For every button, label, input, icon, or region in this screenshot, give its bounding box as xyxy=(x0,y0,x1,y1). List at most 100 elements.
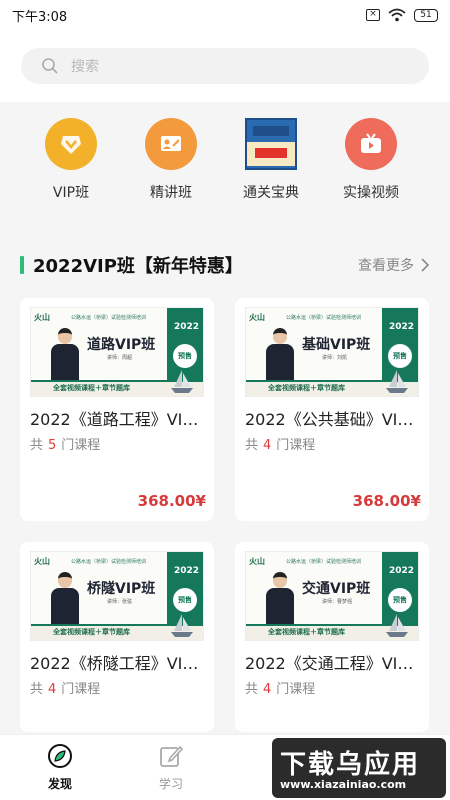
category-lecture-label: 精讲班 xyxy=(150,185,192,201)
battery-icon: 51 xyxy=(414,8,438,22)
banner-teacher: 讲师：周超 xyxy=(107,355,133,361)
course-count: 共 4 门课程 xyxy=(30,678,100,697)
brand-logo: 火山 xyxy=(249,557,265,566)
search-icon xyxy=(42,58,58,74)
section-header: 2022VIP班【新年特惠】 查看更多 xyxy=(20,252,430,278)
banner-teacher: 讲师：曹梦强 xyxy=(322,599,353,605)
course-title: 2022《桥隧工程》VIP班 xyxy=(30,654,206,673)
lecture-icon xyxy=(145,118,197,170)
status-time: 下午3:08 xyxy=(12,9,68,25)
course-banner: 火山 公路水运（桥梁）试验检测师培训 2022 预售 桥隧VIP班 讲师：张弦 … xyxy=(30,551,204,641)
category-guide[interactable]: 通关宝典 xyxy=(221,110,321,218)
category-video[interactable]: 实操视频 xyxy=(321,110,421,218)
nav-study-label: 学习 xyxy=(158,777,183,791)
status-icons: × 51 xyxy=(366,8,438,22)
course-banner: 火山 公路水运（桥梁）试验检测师培训 2022 预售 基础VIP班 讲师：刘凯 … xyxy=(245,307,419,397)
count-number: 4 xyxy=(263,438,272,453)
search-input[interactable]: 搜索 xyxy=(21,48,429,84)
presale-badge: 预售 xyxy=(173,588,197,612)
nav-discover[interactable]: 发现 xyxy=(30,743,90,792)
search-placeholder: 搜索 xyxy=(71,59,99,75)
course-count: 共 4 门课程 xyxy=(245,434,315,453)
study-icon xyxy=(160,745,184,767)
count-prefix: 共 xyxy=(245,438,259,453)
ship-icon xyxy=(386,370,408,393)
banner-course-name: 交通VIP班 xyxy=(302,581,371,597)
banner-year: 2022 xyxy=(173,322,199,332)
course-count: 共 4 门课程 xyxy=(245,678,315,697)
category-vip-label: VIP班 xyxy=(52,185,90,201)
count-prefix: 共 xyxy=(30,438,44,453)
presale-badge: 预售 xyxy=(173,344,197,368)
course-title: 2022《道路工程》VIP班 xyxy=(30,410,206,429)
ship-icon xyxy=(171,614,193,637)
view-more-link[interactable]: 查看更多 xyxy=(358,255,430,275)
section-title: 2022VIP班【新年特惠】 xyxy=(33,256,243,277)
count-suffix: 门课程 xyxy=(61,682,101,697)
count-suffix: 门课程 xyxy=(276,682,316,697)
banner-year: 2022 xyxy=(173,566,199,576)
banner-course-name: 基础VIP班 xyxy=(302,337,371,353)
banner-year: 2022 xyxy=(388,322,414,332)
banner-subtitle: 公路水运（桥梁）试验检测师培训 xyxy=(286,559,362,565)
course-count: 共 5 门课程 xyxy=(30,434,100,453)
banner-tagline: 全套视频课程＋章节题库 xyxy=(53,384,130,392)
banner-subtitle: 公路水运（桥梁）试验检测师培训 xyxy=(286,315,362,321)
chevron-right-icon xyxy=(421,258,430,272)
count-suffix: 门课程 xyxy=(276,438,316,453)
ship-icon xyxy=(171,370,193,393)
brand-logo: 火山 xyxy=(34,313,50,322)
wifi-icon xyxy=(388,8,406,22)
teacher-photo xyxy=(266,572,294,624)
teacher-photo xyxy=(51,328,79,380)
course-card[interactable]: 火山 公路水运（桥梁）试验检测师培训 2022 预售 交通VIP班 讲师：曹梦强… xyxy=(235,542,429,732)
banner-year: 2022 xyxy=(388,566,414,576)
presale-badge: 预售 xyxy=(388,588,412,612)
view-more-label: 查看更多 xyxy=(358,258,414,274)
nav-study[interactable]: 学习 xyxy=(141,743,201,792)
course-price: 368.00¥ xyxy=(137,492,206,510)
course-title: 2022《交通工程》VIP班 xyxy=(245,654,421,673)
brand-logo: 火山 xyxy=(249,313,265,322)
category-video-label: 实操视频 xyxy=(343,185,399,201)
count-prefix: 共 xyxy=(245,682,259,697)
category-row: VIP班 精讲班 通关宝典 实操视频 xyxy=(0,110,450,218)
category-guide-label: 通关宝典 xyxy=(243,185,299,201)
banner-course-name: 道路VIP班 xyxy=(87,337,156,353)
count-number: 4 xyxy=(263,682,272,697)
course-title: 2022《公共基础》VIP班 xyxy=(245,410,421,429)
category-vip[interactable]: VIP班 xyxy=(21,110,121,218)
count-number: 4 xyxy=(48,682,57,697)
search-area: 搜索 xyxy=(0,30,450,102)
category-lecture[interactable]: 精讲班 xyxy=(121,110,221,218)
status-bar: 下午3:08 × 51 xyxy=(0,0,450,30)
count-number: 5 xyxy=(48,438,57,453)
banner-teacher: 讲师：刘凯 xyxy=(322,355,348,361)
video-icon xyxy=(345,118,397,170)
course-banner: 火山 公路水运（桥梁）试验检测师培训 2022 预售 道路VIP班 讲师：周超 … xyxy=(30,307,204,397)
count-prefix: 共 xyxy=(30,682,44,697)
section-title-group: 2022VIP班【新年特惠】 xyxy=(20,252,243,278)
count-suffix: 门课程 xyxy=(61,438,101,453)
course-card[interactable]: 火山 公路水运（桥梁）试验检测师培训 2022 预售 桥隧VIP班 讲师：张弦 … xyxy=(20,542,214,732)
course-card[interactable]: 火山 公路水运（桥梁）试验检测师培训 2022 预售 道路VIP班 讲师：周超 … xyxy=(20,298,214,521)
banner-course-name: 桥隧VIP班 xyxy=(87,581,156,597)
teacher-photo xyxy=(51,572,79,624)
course-price: 368.00¥ xyxy=(352,492,421,510)
course-card[interactable]: 火山 公路水运（桥梁）试验检测师培训 2022 预售 基础VIP班 讲师：刘凯 … xyxy=(235,298,429,521)
banner-tagline: 全套视频课程＋章节题库 xyxy=(268,384,345,392)
nav-discover-label: 发现 xyxy=(47,777,72,791)
teacher-photo xyxy=(266,328,294,380)
course-banner: 火山 公路水运（桥梁）试验检测师培训 2022 预售 交通VIP班 讲师：曹梦强… xyxy=(245,551,419,641)
brand-logo: 火山 xyxy=(34,557,50,566)
banner-tagline: 全套视频课程＋章节题库 xyxy=(53,628,130,636)
no-sim-icon: × xyxy=(366,9,380,21)
banner-subtitle: 公路水运（桥梁）试验检测师培训 xyxy=(71,559,147,565)
watermark-logo: 下载乌应用 www.xiazainiao.com xyxy=(272,738,446,798)
banner-tagline: 全套视频课程＋章节题库 xyxy=(268,628,345,636)
presale-badge: 预售 xyxy=(388,344,412,368)
watermark-text: 下载乌应用 xyxy=(280,750,421,780)
banner-subtitle: 公路水运（桥梁）试验检测师培训 xyxy=(71,315,147,321)
book-cover-icon xyxy=(245,118,297,170)
section-accent-bar xyxy=(20,256,24,274)
